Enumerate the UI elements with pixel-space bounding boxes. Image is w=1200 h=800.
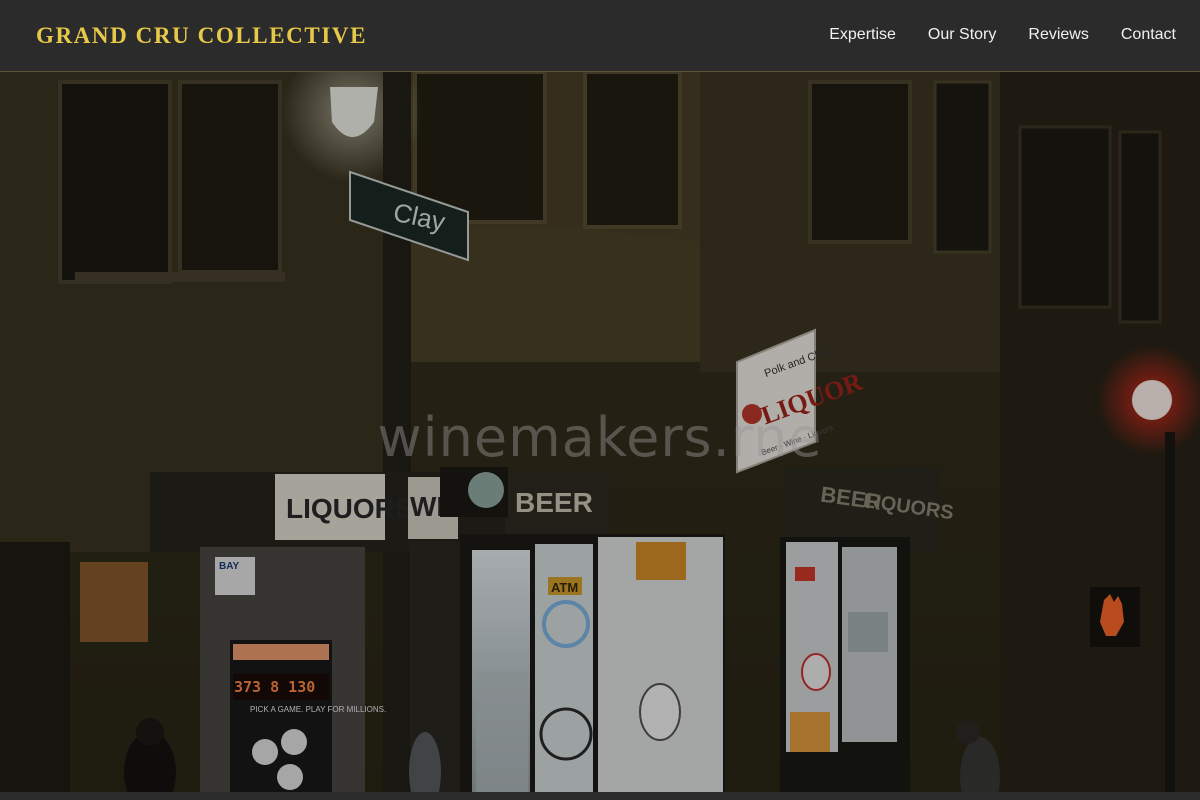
site-header: GRAND CRU COLLECTIVE Expertise Our Story… — [0, 0, 1200, 72]
hero-section: Clay Polk and Clay LIQUOR Beer · Wine · … — [0, 72, 1200, 792]
brand-logo-link[interactable]: GRAND CRU COLLECTIVE — [36, 22, 367, 50]
main-nav: Expertise Our Story Reviews Contact — [829, 24, 1176, 46]
nav-link-our-story[interactable]: Our Story — [928, 24, 996, 46]
page-bottom-strip — [0, 792, 1200, 800]
hero-watermark-text: winemakers.rne — [377, 406, 823, 469]
nav-link-expertise[interactable]: Expertise — [829, 24, 896, 46]
nav-link-reviews[interactable]: Reviews — [1028, 24, 1088, 46]
nav-link-contact[interactable]: Contact — [1121, 24, 1176, 46]
